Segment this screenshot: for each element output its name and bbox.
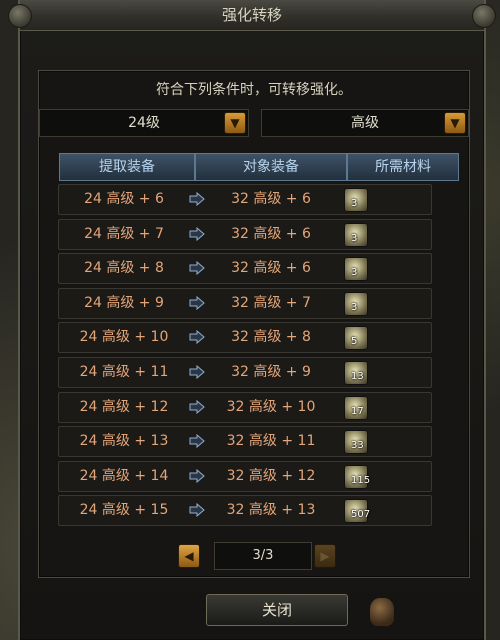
page-indicator: 3/3	[214, 542, 312, 570]
source-equipment: 24 高级 + 9	[84, 294, 164, 311]
target-equipment: 32 高级 + 6	[231, 225, 311, 242]
column-header-target: 对象装备	[195, 153, 347, 181]
transfer-row: 24 高级 + 6 32 高级 + 6 3	[58, 184, 432, 215]
arrow-right-icon	[189, 261, 205, 276]
window-title: 强化转移	[221, 6, 282, 24]
material-count: 3	[351, 198, 358, 209]
next-page-button[interactable]: ▶	[314, 544, 336, 568]
chevron-left-icon: ◀	[184, 549, 194, 563]
source-equipment: 24 高级 + 10	[79, 329, 169, 346]
transfer-row: 24 高级 + 13 32 高级 + 11 33	[58, 426, 432, 458]
material-count: 5	[351, 336, 358, 348]
arrow-right-icon	[189, 399, 205, 414]
source-equipment: 24 高级 + 8	[84, 260, 164, 277]
target-equipment: 32 高级 + 7	[231, 294, 311, 311]
prev-page-button[interactable]: ◀	[178, 544, 200, 568]
transfer-row: 24 高级 + 14 32 高级 + 12 115	[58, 460, 432, 492]
close-button-label: 关闭	[261, 601, 292, 619]
source-equipment: 24 高级 + 15	[79, 502, 169, 519]
target-equipment: 32 高级 + 9	[231, 364, 311, 380]
transfer-row: 24 高级 + 7 32 高级 + 6 3	[58, 218, 432, 250]
condition-notice: 符合下列条件时，可转移强化。	[156, 82, 352, 98]
material-count: 33	[351, 440, 364, 452]
source-equipment: 24 高级 + 14	[79, 467, 169, 484]
arrow-right-icon	[189, 434, 205, 449]
arrow-right-icon	[189, 365, 205, 379]
level-dropdown[interactable]: 24级 ▼	[39, 109, 249, 137]
arrow-right-icon	[189, 330, 205, 345]
transfer-row: 24 高级 + 8 32 高级 + 6 3	[58, 253, 432, 285]
material-count: 3	[351, 232, 358, 244]
source-equipment: 24 高级 + 11	[79, 364, 169, 380]
material-count: 17	[351, 405, 364, 417]
transfer-row: 24 高级 + 15 32 高级 + 13 507	[58, 495, 432, 527]
material-count: 3	[351, 267, 358, 279]
level-dropdown-value: 24级	[128, 115, 160, 131]
target-equipment: 32 高级 + 10	[226, 398, 316, 415]
right-ornament-icon	[472, 4, 496, 28]
close-button[interactable]: 关闭	[206, 594, 348, 626]
transfer-row: 24 高级 + 12 32 高级 + 10 17	[58, 391, 432, 423]
target-equipment: 32 高级 + 6	[231, 191, 311, 207]
target-equipment: 32 高级 + 12	[226, 467, 316, 484]
material-count: 13	[351, 371, 364, 382]
arrow-right-icon	[189, 468, 205, 483]
target-equipment: 32 高级 + 11	[226, 433, 316, 450]
transfer-row: 24 高级 + 11 32 高级 + 9 13	[58, 357, 432, 388]
chevron-down-icon[interactable]: ▼	[444, 112, 466, 134]
arrow-right-icon	[189, 226, 205, 241]
grade-dropdown[interactable]: 高级 ▼	[261, 109, 469, 137]
target-equipment: 32 高级 + 6	[231, 260, 311, 277]
transfer-row: 24 高级 + 9 32 高级 + 7 3	[58, 287, 432, 319]
grade-dropdown-value: 高级	[351, 115, 379, 131]
target-equipment: 32 高级 + 8	[231, 329, 311, 346]
column-header-source: 提取装备	[59, 153, 195, 181]
transfer-row: 24 高级 + 10 32 高级 + 8 5	[58, 322, 432, 354]
enhance-transfer-window: 强化转移 符合下列条件时，可转移强化。 24级 ▼ 高级 ▼ 提取装备 对象装备…	[8, 0, 496, 640]
material-count: 507	[351, 509, 371, 521]
chevron-down-icon[interactable]: ▼	[224, 112, 246, 134]
source-equipment: 24 高级 + 7	[84, 225, 164, 242]
chevron-right-icon: ▶	[320, 549, 330, 563]
source-equipment: 24 高级 + 6	[84, 191, 164, 207]
arrow-right-icon	[189, 503, 205, 518]
material-count: 115	[351, 474, 371, 486]
target-equipment: 32 高级 + 13	[226, 502, 316, 519]
arrow-right-icon	[189, 295, 205, 310]
arrow-right-icon	[189, 192, 205, 206]
material-count: 3	[351, 301, 358, 313]
left-ornament-icon	[8, 4, 32, 28]
source-equipment: 24 高级 + 12	[79, 398, 169, 415]
window-title-bar[interactable]: 强化转移	[20, 0, 484, 31]
source-equipment: 24 高级 + 13	[79, 433, 169, 450]
column-header-material: 所需材料	[347, 153, 459, 181]
bag-icon[interactable]	[370, 598, 394, 626]
